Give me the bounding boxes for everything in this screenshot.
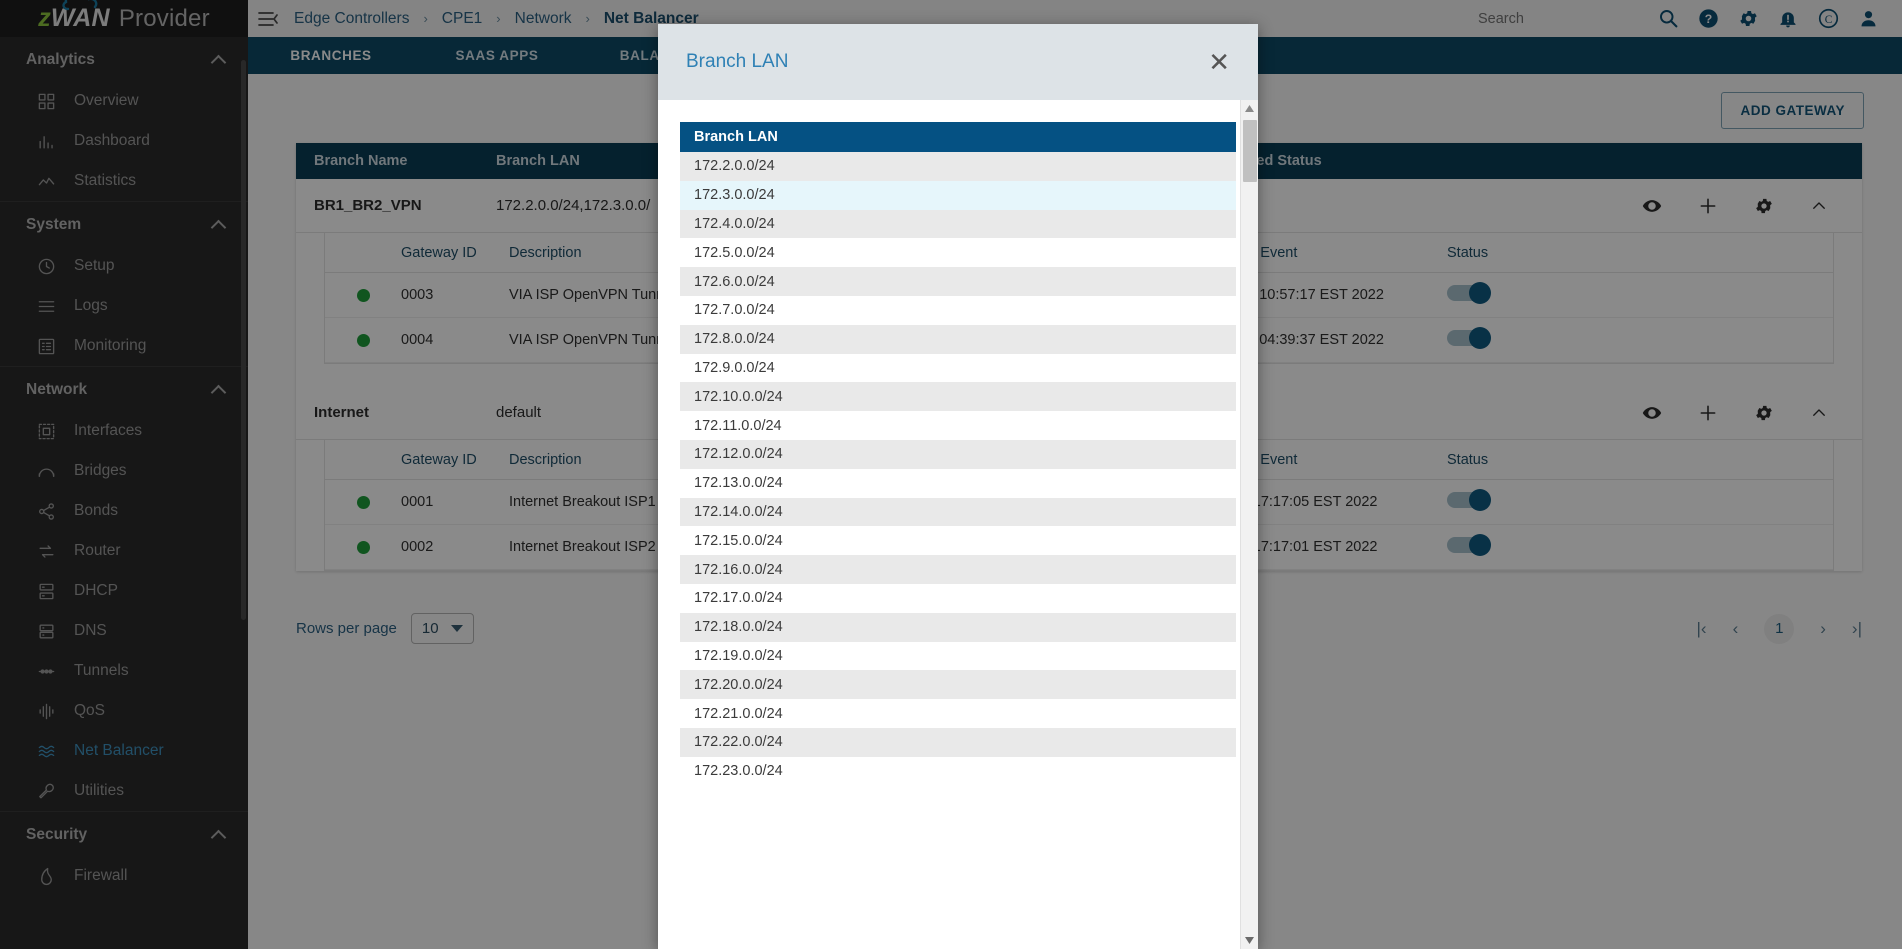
dialog-title: Branch LAN [686, 51, 788, 73]
branch-lan-row[interactable]: 172.23.0.0/24 [680, 757, 1236, 786]
branch-lan-dialog: Branch LAN ✕ Branch LAN 172.2.0.0/24172.… [658, 24, 1258, 949]
branch-lan-row[interactable]: 172.15.0.0/24 [680, 526, 1236, 555]
branch-lan-table: Branch LAN 172.2.0.0/24172.3.0.0/24172.4… [680, 122, 1236, 786]
dialog-scrollbar[interactable] [1240, 100, 1258, 949]
branch-lan-row[interactable]: 172.21.0.0/24 [680, 699, 1236, 728]
branch-lan-row[interactable]: 172.16.0.0/24 [680, 555, 1236, 584]
scrollbar-thumb[interactable] [1243, 120, 1257, 182]
branch-lan-row[interactable]: 172.7.0.0/24 [680, 296, 1236, 325]
branch-lan-row[interactable]: 172.12.0.0/24 [680, 440, 1236, 469]
branch-lan-row[interactable]: 172.3.0.0/24 [680, 181, 1236, 210]
branch-lan-row[interactable]: 172.9.0.0/24 [680, 354, 1236, 383]
branch-lan-row[interactable]: 172.20.0.0/24 [680, 670, 1236, 699]
branch-lan-row[interactable]: 172.10.0.0/24 [680, 382, 1236, 411]
column-header-branch-lan-modal: Branch LAN [680, 122, 1236, 152]
branch-lan-row[interactable]: 172.6.0.0/24 [680, 267, 1236, 296]
branch-lan-row[interactable]: 172.5.0.0/24 [680, 238, 1236, 267]
branch-lan-row[interactable]: 172.4.0.0/24 [680, 210, 1236, 239]
branch-lan-row[interactable]: 172.22.0.0/24 [680, 728, 1236, 757]
branch-lan-row[interactable]: 172.2.0.0/24 [680, 152, 1236, 181]
dialog-header: Branch LAN ✕ [658, 24, 1258, 100]
close-icon[interactable]: ✕ [1208, 49, 1230, 75]
branch-lan-rows: 172.2.0.0/24172.3.0.0/24172.4.0.0/24172.… [680, 152, 1236, 786]
branch-lan-row[interactable]: 172.8.0.0/24 [680, 325, 1236, 354]
scroll-up-icon[interactable] [1241, 100, 1258, 117]
dialog-body: Branch LAN 172.2.0.0/24172.3.0.0/24172.4… [658, 100, 1258, 949]
scroll-down-icon[interactable] [1241, 932, 1258, 949]
app-root: zWANProvider AnalyticsOverviewDashboardS… [0, 0, 1902, 949]
branch-lan-row[interactable]: 172.11.0.0/24 [680, 411, 1236, 440]
branch-lan-row[interactable]: 172.18.0.0/24 [680, 613, 1236, 642]
branch-lan-row[interactable]: 172.13.0.0/24 [680, 469, 1236, 498]
branch-lan-row[interactable]: 172.14.0.0/24 [680, 498, 1236, 527]
branch-lan-row[interactable]: 172.17.0.0/24 [680, 584, 1236, 613]
branch-lan-row[interactable]: 172.19.0.0/24 [680, 642, 1236, 671]
